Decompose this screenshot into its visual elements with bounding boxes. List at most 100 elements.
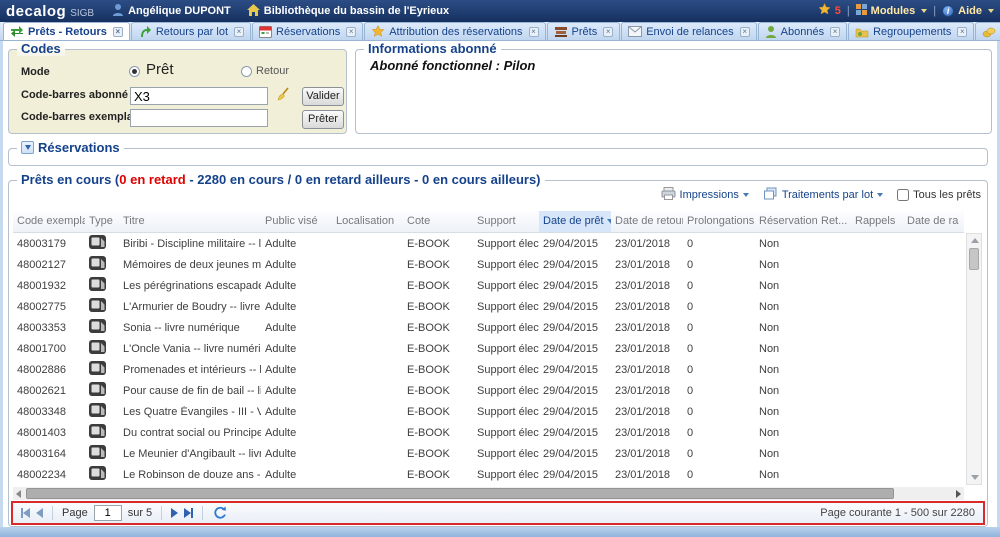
scroll-left-icon[interactable]	[16, 490, 21, 498]
table-row[interactable]: 48003348 Les Quatre Évangiles - III - Vér…	[13, 401, 964, 422]
column-header-12[interactable]: Rappels	[851, 211, 903, 232]
home-icon	[246, 3, 260, 19]
tab-8[interactable]: Dettes & Règlements×	[975, 22, 1000, 40]
tab-6[interactable]: Abonnés ×	[757, 22, 848, 40]
mode-pret-radio[interactable]	[129, 66, 140, 77]
table-row[interactable]: 48002234 Le Robinson de douze ans -- livr…	[13, 464, 964, 485]
traitements-menu[interactable]: Traitements par lot	[763, 187, 884, 203]
column-header-3[interactable]: Public visé	[261, 211, 332, 232]
column-header-0[interactable]: Code exemplaire	[13, 211, 85, 232]
cell-titre: L'Oncle Vania -- livre numérique	[123, 342, 261, 355]
column-header-10[interactable]: Réservation	[755, 211, 817, 232]
abonne-barcode-input[interactable]	[130, 87, 268, 105]
scroll-up-icon[interactable]	[971, 238, 979, 243]
mode-retour-label[interactable]: Retour	[256, 65, 289, 77]
next-page-button[interactable]	[171, 508, 179, 518]
exemplaire-barcode-input[interactable]	[130, 109, 268, 127]
table-row[interactable]: 48001403 Du contrat social ou Principes d…	[13, 422, 964, 443]
vertical-scroll-thumb[interactable]	[969, 248, 979, 270]
last-page-button[interactable]	[184, 508, 194, 518]
cell-date_pret: 29/04/2015	[543, 279, 599, 292]
impressions-menu[interactable]: Impressions	[661, 187, 749, 203]
column-header-4[interactable]: Localisation	[332, 211, 403, 232]
cell-date_pret: 29/04/2015	[543, 237, 599, 250]
cell-prolongations: 0	[687, 321, 694, 334]
column-header-8[interactable]: Date de retour p...	[611, 211, 683, 232]
page-input[interactable]	[93, 505, 122, 521]
cell-prolongations: 0	[687, 405, 694, 418]
close-icon[interactable]: ×	[739, 26, 750, 37]
cell-reservation: Non	[759, 321, 780, 334]
prev-page-button[interactable]	[36, 508, 43, 518]
tab-2[interactable]: Réservations ×	[252, 22, 364, 40]
cell-reservation: Non	[759, 279, 780, 292]
refresh-button[interactable]	[212, 506, 227, 520]
preter-button[interactable]: Prêter	[302, 110, 344, 129]
column-header-9[interactable]: Prolongations	[683, 211, 755, 232]
tab-3[interactable]: Attribution des réservations ×	[364, 22, 546, 40]
cell-titre: Sonia -- livre numérique	[123, 321, 240, 334]
grid-body: 48003179 Biribi - Discipline militaire --…	[13, 233, 964, 485]
cell-code: 48003179	[17, 237, 66, 250]
ebook-type-icon	[85, 445, 119, 462]
table-row[interactable]: 48003353 Sonia -- livre numérique Adulte E-…	[13, 317, 964, 338]
column-header-11[interactable]: Ret...	[817, 211, 851, 232]
tab-5[interactable]: Envoi de relances ×	[621, 22, 757, 40]
close-icon[interactable]: ×	[234, 26, 245, 37]
ebook-type-icon	[85, 256, 119, 273]
close-icon[interactable]: ×	[603, 26, 614, 37]
notifications[interactable]: 5	[818, 2, 841, 19]
column-header-7[interactable]: Date de prêt	[539, 211, 611, 232]
cell-public: Adulte	[265, 321, 297, 334]
tab-4[interactable]: Prêts ×	[546, 22, 621, 40]
horizontal-scrollbar[interactable]	[13, 487, 964, 500]
chevron-down-icon	[921, 9, 928, 13]
close-icon[interactable]: ×	[112, 26, 123, 37]
cell-cote: E-BOOK	[407, 384, 450, 397]
column-header-6[interactable]: Support	[473, 211, 539, 232]
reservations-icon	[259, 25, 273, 38]
valider-button[interactable]: Valider	[302, 87, 344, 106]
mode-pret-label[interactable]: Prêt	[146, 61, 174, 78]
tab-0[interactable]: Prêts - Retours ×	[3, 22, 130, 40]
column-header-1[interactable]: Type	[85, 211, 119, 232]
cell-reservation: Non	[759, 237, 780, 250]
close-icon[interactable]: ×	[957, 26, 968, 37]
close-icon[interactable]: ×	[528, 26, 539, 37]
tous-les-prets-checkbox[interactable]	[897, 189, 910, 201]
horizontal-scroll-thumb[interactable]	[26, 488, 894, 499]
cell-date_retour: 23/01/2018	[615, 342, 671, 355]
cell-public: Adulte	[265, 468, 297, 481]
tab-label: Attribution des réservations	[389, 25, 523, 38]
table-row[interactable]: 48002621 Pour cause de fin de bail -- liv…	[13, 380, 964, 401]
column-header-5[interactable]: Cote	[403, 211, 473, 232]
table-row[interactable]: 48002775 L'Armurier de Boudry -- livre nu…	[13, 296, 964, 317]
prets-legend-suffix: - 2280 en cours / 0 en retard ailleurs -…	[185, 172, 541, 187]
table-row[interactable]: 48001932 Les pérégrinations escapades et …	[13, 275, 964, 296]
table-row[interactable]: 48002886 Promenades et intérieurs -- livr…	[13, 359, 964, 380]
tab-7[interactable]: Regroupements ×	[848, 22, 975, 40]
tab-1[interactable]: Retours par lot ×	[130, 22, 252, 40]
modules-menu[interactable]: Modules	[855, 4, 928, 18]
close-icon[interactable]: ×	[830, 26, 841, 37]
collapse-toggle-icon[interactable]	[21, 141, 34, 154]
scroll-down-icon[interactable]	[971, 475, 979, 480]
current-library[interactable]: Bibliothèque du bassin de l'Eyrieux	[246, 3, 449, 19]
cell-titre: Promenades et intérieurs -- livre num...	[123, 363, 261, 376]
aide-menu[interactable]: i Aide	[942, 5, 994, 17]
table-row[interactable]: 48002127 Mémoires de deux jeunes mariées …	[13, 254, 964, 275]
table-row[interactable]: 48001700 L'Oncle Vania -- livre numérique…	[13, 338, 964, 359]
column-header-13[interactable]: Date de rapp	[903, 211, 959, 232]
scroll-right-icon[interactable]	[956, 490, 961, 498]
table-row[interactable]: 48003164 Le Meunier d'Angibault -- livre …	[13, 443, 964, 464]
table-row[interactable]: 48003179 Biribi - Discipline militaire --…	[13, 233, 964, 254]
current-user[interactable]: Angélique DUPONT	[112, 3, 231, 19]
clear-broom-icon[interactable]	[275, 87, 290, 107]
vertical-scrollbar[interactable]	[966, 233, 982, 485]
close-icon[interactable]: ×	[346, 26, 357, 37]
mode-retour-radio[interactable]	[241, 66, 252, 77]
cell-date_pret: 29/04/2015	[543, 468, 599, 481]
column-header-2[interactable]: Titre	[119, 211, 261, 232]
first-page-button[interactable]	[21, 508, 30, 518]
cell-cote: E-BOOK	[407, 300, 450, 313]
